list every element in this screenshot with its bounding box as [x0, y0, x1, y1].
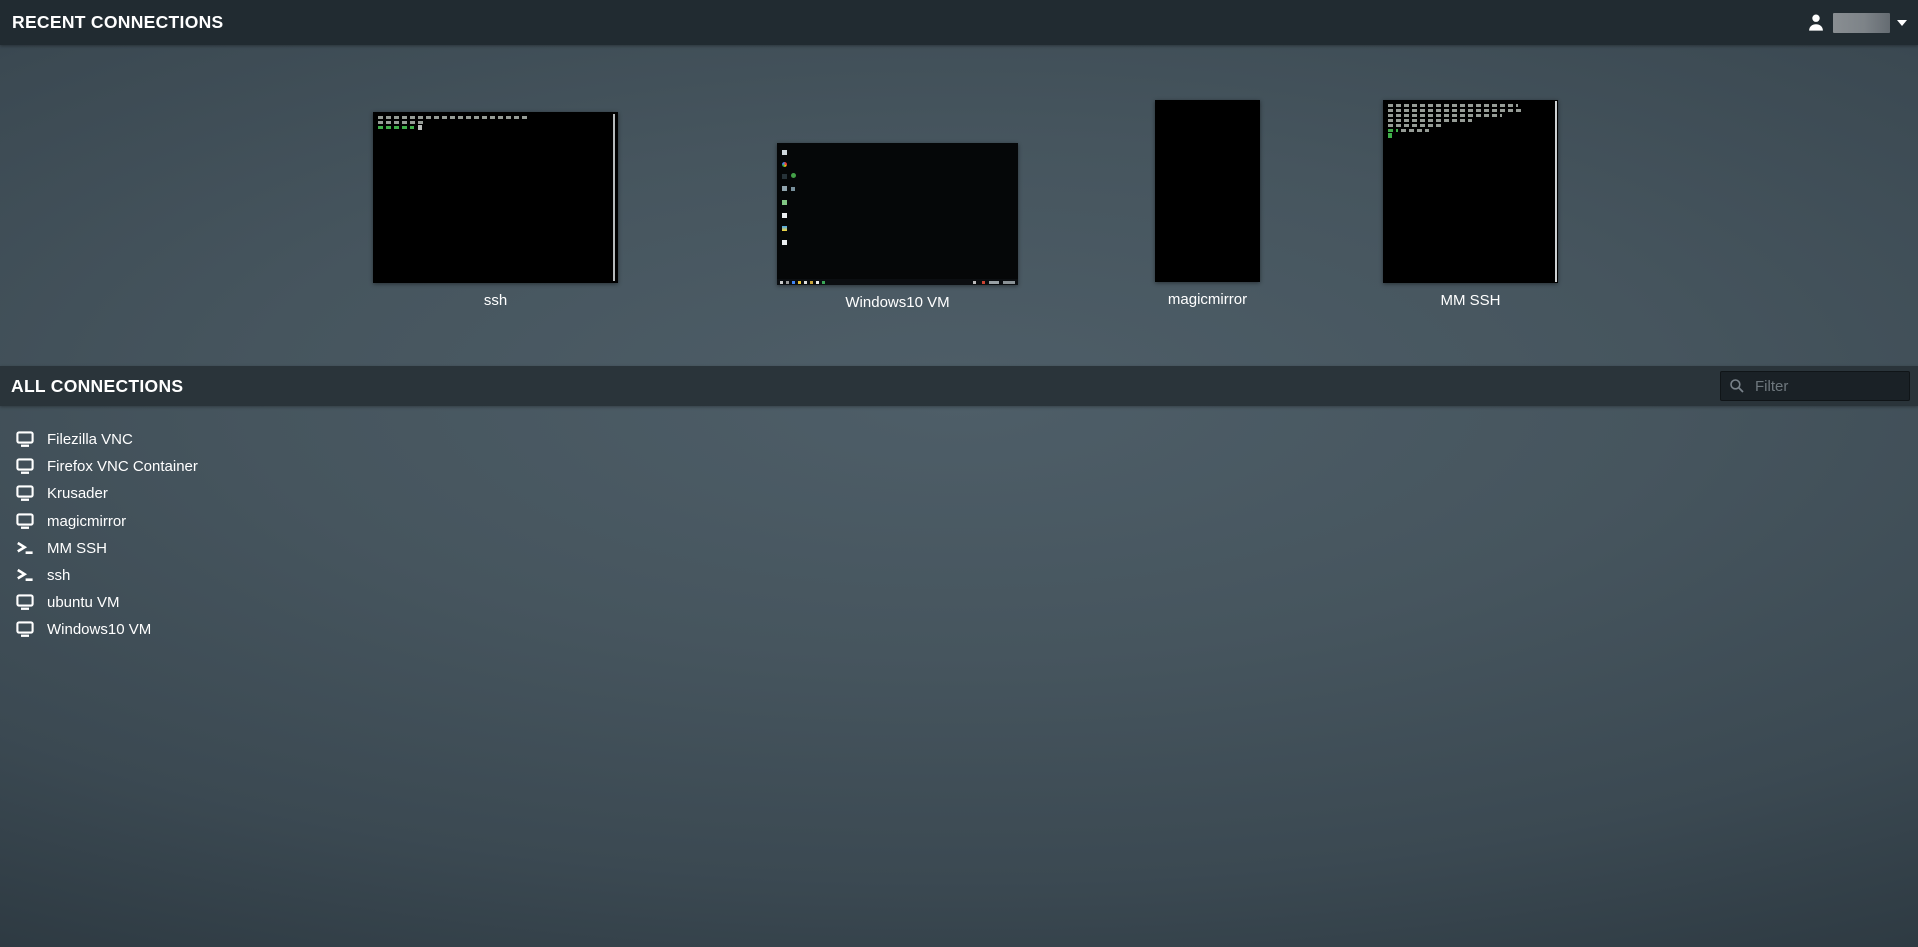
connection-item-mm-ssh[interactable]: MM SSH [16, 535, 198, 562]
connection-item-ubuntu-vm[interactable]: ubuntu VM [16, 589, 198, 616]
magicmirror-thumbnail [1155, 100, 1260, 282]
connection-label: Krusader [47, 485, 108, 502]
user-icon [1806, 12, 1826, 33]
monitor-icon [16, 458, 34, 475]
recent-connections-title: RECENT CONNECTIONS [12, 12, 224, 33]
connection-list: Filezilla VNC Firefox VNC Container Krus… [16, 426, 198, 644]
connection-label: ssh [47, 567, 70, 584]
connection-item-magicmirror[interactable]: magicmirror [16, 508, 198, 535]
recent-connection-label: ssh [373, 292, 618, 309]
recent-connection-mm-ssh[interactable]: MM SSH [1383, 100, 1558, 309]
windows10-vm-thumbnail [777, 143, 1018, 285]
recent-connection-windows10-vm[interactable]: Windows10 VM [777, 143, 1018, 311]
connection-item-filezilla-vnc[interactable]: Filezilla VNC [16, 426, 198, 453]
monitor-icon [16, 513, 34, 530]
username-redacted [1833, 13, 1890, 33]
windows-taskbar [777, 279, 1018, 285]
recent-connections-header-bar: RECENT CONNECTIONS [0, 0, 1918, 45]
connection-item-ssh[interactable]: ssh [16, 562, 198, 589]
recent-connection-label: Windows10 VM [777, 294, 1018, 311]
filter-input[interactable] [1753, 377, 1901, 396]
terminal-icon [16, 567, 34, 584]
filter-box[interactable] [1720, 371, 1910, 401]
ssh-thumbnail [373, 112, 618, 283]
recent-connection-ssh[interactable]: ssh [373, 112, 618, 309]
recent-connection-label: magicmirror [1155, 291, 1260, 308]
terminal-icon [16, 540, 34, 557]
monitor-icon [16, 594, 34, 611]
chevron-down-icon [1897, 20, 1907, 26]
connection-label: Filezilla VNC [47, 431, 133, 448]
mm-ssh-thumbnail [1383, 100, 1558, 283]
user-menu-button[interactable] [1804, 10, 1909, 35]
connection-item-windows10-vm[interactable]: Windows10 VM [16, 616, 198, 643]
search-icon [1729, 378, 1745, 394]
connection-label: magicmirror [47, 513, 126, 530]
recent-connection-magicmirror[interactable]: magicmirror [1155, 100, 1260, 308]
connection-item-firefox-vnc-container[interactable]: Firefox VNC Container [16, 453, 198, 480]
recent-connection-label: MM SSH [1383, 292, 1558, 309]
connection-label: MM SSH [47, 540, 107, 557]
monitor-icon [16, 485, 34, 502]
connection-label: Firefox VNC Container [47, 458, 198, 475]
monitor-icon [16, 431, 34, 448]
connection-label: Windows10 VM [47, 621, 151, 638]
all-connections-header-bar: ALL CONNECTIONS [0, 366, 1918, 406]
guacamole-home-page: RECENT CONNECTIONS ssh [0, 0, 1918, 947]
monitor-icon [16, 621, 34, 638]
connection-label: ubuntu VM [47, 594, 120, 611]
all-connections-title: ALL CONNECTIONS [11, 376, 183, 397]
connection-item-krusader[interactable]: Krusader [16, 480, 198, 507]
